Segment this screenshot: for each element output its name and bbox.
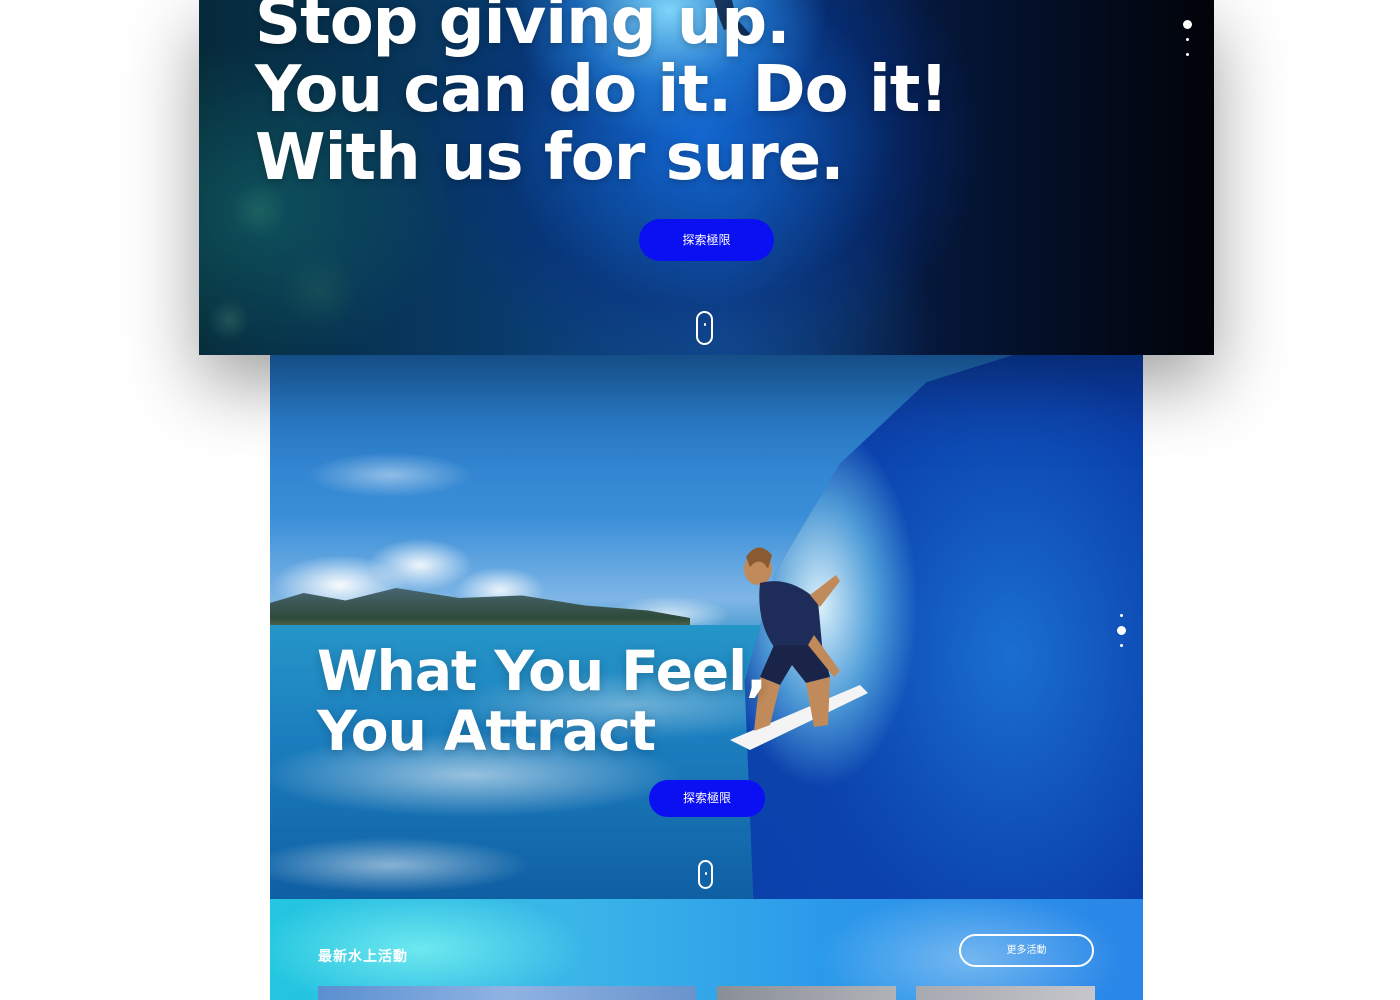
hero-title-line: You can do it. Do it! xyxy=(255,53,949,127)
dot-nav-item-3[interactable] xyxy=(1120,644,1123,647)
scroll-mouse-icon[interactable] xyxy=(698,860,713,889)
activity-card[interactable] xyxy=(916,986,1095,1000)
more-activities-button[interactable]: 更多活動 xyxy=(959,934,1094,967)
dot-nav-item-2[interactable] xyxy=(1186,38,1189,41)
hero-surf: What You Feel, You Attract 探索極限 xyxy=(270,355,1143,899)
page-canvas: Stop giving up. You can do it. Do it! Wi… xyxy=(0,0,1400,1000)
hero-title-line: Stop giving up. xyxy=(255,0,790,59)
dot-nav-item-1[interactable] xyxy=(1183,20,1192,29)
dot-nav-item-3[interactable] xyxy=(1186,53,1189,56)
activity-card[interactable] xyxy=(717,986,896,1000)
hero-underwater: Stop giving up. You can do it. Do it! Wi… xyxy=(199,0,1214,355)
hero-title-line: You Attract xyxy=(317,699,656,763)
scroll-mouse-icon[interactable] xyxy=(696,311,713,345)
hero-surf-title: What You Feel, You Attract xyxy=(317,639,767,763)
explore-button[interactable]: 探索極限 xyxy=(649,780,765,817)
section-dot-nav xyxy=(1183,17,1192,62)
hero-title-line: What You Feel, xyxy=(317,639,767,703)
dot-nav-item-1[interactable] xyxy=(1120,614,1123,617)
section-dot-nav xyxy=(1117,608,1126,653)
hero-title-line: With us for sure. xyxy=(255,121,844,195)
hero-underwater-title: Stop giving up. You can do it. Do it! Wi… xyxy=(255,0,949,195)
latest-activities-section: 最新水上活動 更多活動 xyxy=(270,899,1143,1000)
section-title: 最新水上活動 xyxy=(318,948,408,964)
dot-nav-item-2[interactable] xyxy=(1117,626,1126,635)
explore-button[interactable]: 探索極限 xyxy=(639,219,774,261)
activity-card[interactable] xyxy=(318,986,696,1000)
